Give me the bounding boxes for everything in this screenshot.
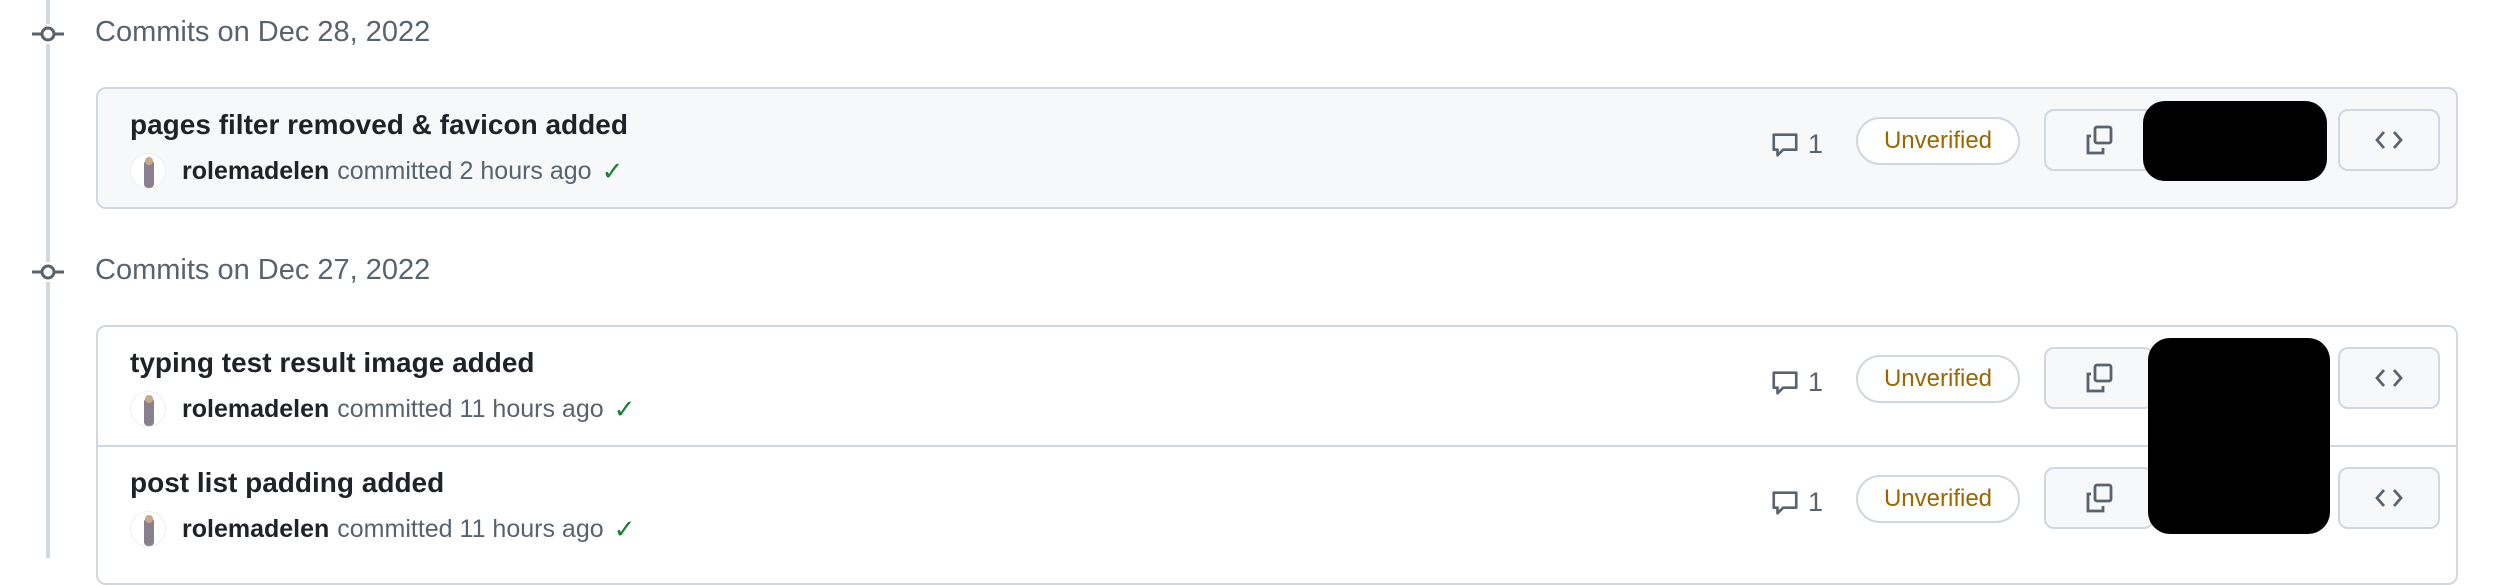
comment-icon <box>1772 370 1798 395</box>
comments-link[interactable]: 1 <box>1770 129 1823 160</box>
browse-code-button[interactable] <box>2338 109 2440 171</box>
unverified-badge[interactable]: Unverified <box>1856 475 2020 523</box>
date-header: Commits on Dec 27, 2022 <box>95 254 431 286</box>
commit-row: post list padding added rolemadelen commi… <box>98 445 2456 563</box>
copy-icon <box>2086 363 2113 393</box>
avatar[interactable] <box>130 153 166 189</box>
commit-time: committed 11 hours ago <box>337 394 604 423</box>
unverified-badge[interactable]: Unverified <box>1856 117 2020 165</box>
unverified-badge[interactable]: Unverified <box>1856 355 2020 403</box>
commit-group: pages filter removed & favicon added rol… <box>96 87 2458 209</box>
copy-icon <box>2086 483 2113 513</box>
commit-time: committed 11 hours ago <box>337 514 604 543</box>
copy-icon <box>2086 125 2113 155</box>
commit-row: pages filter removed & favicon added rol… <box>98 89 2456 207</box>
comment-icon <box>1772 490 1798 515</box>
comment-count: 1 <box>1808 129 1824 159</box>
commit-group: typing test result image added rolemadel… <box>96 325 2458 585</box>
code-icon <box>2375 369 2403 387</box>
author-link[interactable]: rolemadelen <box>182 515 329 544</box>
author-link[interactable]: rolemadelen <box>182 395 329 424</box>
redacted-sha-buttons[interactable] <box>2148 338 2330 534</box>
copy-sha-button[interactable] <box>2044 109 2154 171</box>
date-header: Commits on Dec 28, 2022 <box>95 16 431 48</box>
code-icon <box>2375 131 2403 149</box>
commit-title[interactable]: pages filter removed & favicon added <box>130 109 628 141</box>
check-icon[interactable]: ✓ <box>614 394 636 425</box>
commit-time: committed 2 hours ago <box>337 156 592 185</box>
check-icon[interactable]: ✓ <box>602 156 624 187</box>
redacted-sha-button[interactable] <box>2143 101 2327 181</box>
commit-icon <box>30 24 66 44</box>
avatar[interactable] <box>130 391 166 427</box>
comment-count: 1 <box>1808 487 1824 517</box>
commit-icon <box>30 262 66 282</box>
comments-link[interactable]: 1 <box>1770 367 1823 398</box>
avatar[interactable] <box>130 511 166 547</box>
browse-code-button[interactable] <box>2338 347 2440 409</box>
copy-sha-button[interactable] <box>2044 347 2154 409</box>
copy-sha-button[interactable] <box>2044 467 2154 529</box>
browse-code-button[interactable] <box>2338 467 2440 529</box>
commit-title[interactable]: typing test result image added <box>130 347 535 379</box>
author-link[interactable]: rolemadelen <box>182 157 329 186</box>
comment-icon <box>1772 132 1798 157</box>
comment-count: 1 <box>1808 367 1824 397</box>
commit-row: typing test result image added rolemadel… <box>98 327 2456 445</box>
comments-link[interactable]: 1 <box>1770 487 1823 518</box>
commit-title[interactable]: post list padding added <box>130 467 444 499</box>
check-icon[interactable]: ✓ <box>614 514 636 545</box>
code-icon <box>2375 489 2403 507</box>
